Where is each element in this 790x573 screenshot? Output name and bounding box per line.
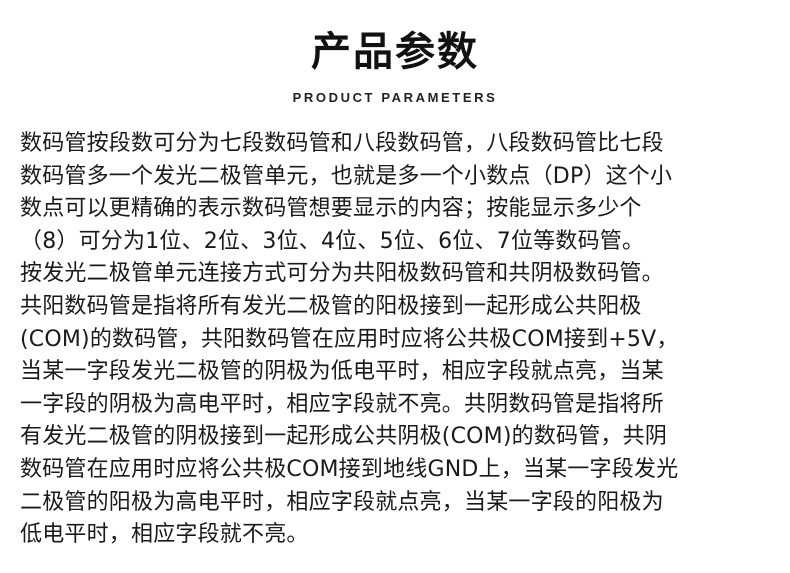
page-subtitle: PRODUCT PARAMETERS: [292, 90, 498, 105]
description-line: 按发光二极管单元连接方式可分为共阳极数码管和共阴极数码管。: [20, 261, 664, 287]
description-line: 数码管多一个发光二极管单元，也就是多一个小数点（DP）这个小: [20, 163, 673, 189]
description-line: 低电平时，相应字段就不亮。: [20, 522, 309, 548]
description-line: （8）可分为1位、2位、3位、4位、5位、6位、7位等数码管。: [20, 228, 645, 254]
description-line: 一字段的阴极为高电平时，相应字段就不亮。共阴数码管是指将所: [20, 391, 664, 417]
description-line: 二极管的阳极为高电平时，相应字段就点亮，当某一字段的阳极为: [20, 489, 664, 515]
description-text: 数码管按段数可分为七段数码管和八段数码管，八段数码管比七段 数码管多一个发光二极…: [20, 128, 770, 552]
description-line: 数码管在应用时应将公共极COM接到地线GND上，当某一字段发光: [20, 456, 679, 482]
description-line: 数点可以更精确的表示数码管想要显示的内容；按能显示多少个: [20, 196, 642, 222]
description-line: 数码管按段数可分为七段数码管和八段数码管，八段数码管比七段: [20, 131, 664, 156]
description-line: 共阳数码管是指将所有发光二极管的阳极接到一起形成公共阳极: [20, 293, 642, 319]
page-title: 产品参数: [311, 29, 479, 75]
description-line: 当某一字段发光二极管的阴极为低电平时，相应字段就点亮，当某: [20, 359, 664, 385]
description-line: 有发光二极管的阴极接到一起形成公共阴极(COM)的数码管，共阴: [20, 424, 668, 450]
description-line: (COM)的数码管，共阳数码管在应用时应将公共极COM接到+5V，: [20, 326, 679, 352]
